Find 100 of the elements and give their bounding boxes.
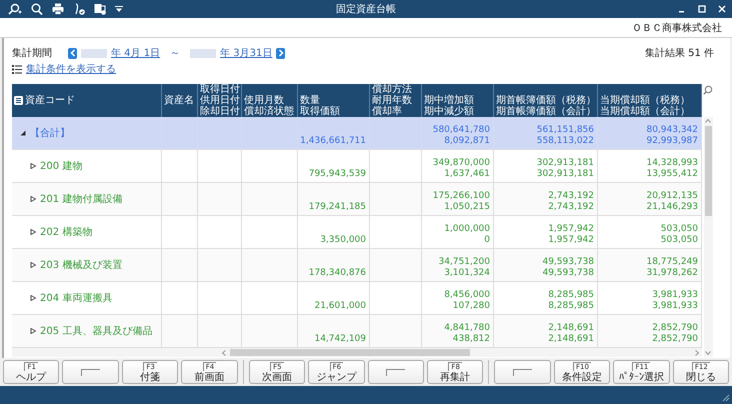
column-header[interactable]: 取得日付 (200, 84, 240, 95)
print-icon[interactable] (52, 3, 64, 15)
asset-group-label[interactable]: 201 建物付属設備 (40, 192, 122, 206)
column-header[interactable]: 償却率 (372, 106, 402, 117)
amount-text: 3,101,324 (444, 268, 490, 279)
amount-text: 503,050 (660, 235, 698, 246)
column-header[interactable]: 数量 (300, 95, 320, 106)
scroll-left-icon[interactable] (222, 350, 226, 356)
table-row[interactable]: 203 機械及び装置 178,340,876 34,751,200 3,101,324 49,593,738 49,593,738 18,775,249 31,978,262 (12, 249, 702, 282)
column-header[interactable]: 償却方法 (372, 84, 412, 95)
amount-text: 21,146,293 (646, 202, 698, 213)
amount-text: 8,092,871 (444, 136, 490, 147)
column-header[interactable]: 償却済状態 (244, 106, 294, 117)
search-icon[interactable] (31, 3, 43, 15)
column-header[interactable]: 資産名 (164, 95, 194, 106)
asset-group-label[interactable]: 204 車両運搬具 (40, 291, 112, 305)
maximize-icon[interactable] (698, 5, 706, 13)
column-header[interactable]: 期首帳簿価額（税務） (496, 95, 596, 106)
column-header[interactable]: 当期償却額（会計） (600, 106, 690, 117)
asset-group-label[interactable]: 202 構築物 (40, 225, 92, 239)
amount-text: 21,601,000 (314, 301, 366, 312)
column-header[interactable]: 供用日付 (200, 95, 240, 106)
amount-text: 2,743,192 (548, 191, 594, 202)
horizontal-scrollbar[interactable] (12, 348, 702, 357)
zoom-in-icon[interactable] (6, 3, 22, 15)
collapsed-triangle-icon[interactable] (30, 295, 36, 301)
vertical-scrollbar[interactable] (704, 117, 712, 357)
amount-text: 2,852,790 (652, 323, 698, 334)
amount-text: 20,912,135 (646, 191, 698, 202)
amount-text: 438,812 (452, 334, 490, 345)
amount-text: 1,957,942 (548, 224, 594, 235)
scroll-up-icon[interactable] (705, 119, 711, 123)
amount-text: 31,978,262 (646, 268, 698, 279)
table-row[interactable]: 202 構築物 3,350,000 1,000,000 0 1,957,942 1,957,942 503,050 503,050 (12, 216, 702, 249)
amount-text: 3,981,933 (652, 290, 698, 301)
amount-text: 2,852,790 (652, 334, 698, 345)
table-row[interactable]: 200 建物 795,943,539 349,870,000 1,637,461 302,913,181 302,913,181 14,328,993 13,955,412 (12, 150, 702, 183)
column-header[interactable]: 使用月数 (244, 95, 284, 106)
previous-period-button[interactable] (68, 48, 77, 58)
column-header[interactable]: 期首帳簿価額（会計） (496, 106, 596, 117)
column-header[interactable]: 除却日付 (200, 106, 240, 117)
period-start-link[interactable]: 年 4月 1日 (111, 46, 160, 60)
redacted-block (81, 48, 107, 58)
amount-text: 349,870,000 (432, 158, 490, 169)
asset-group-label[interactable]: 205 工具、器具及び備品 (40, 324, 152, 338)
window-title: 固定資産台帳 (336, 2, 396, 16)
column-header[interactable]: 期中増加額 (424, 95, 474, 106)
amount-text: 8,285,985 (548, 290, 594, 301)
pdf-check-icon[interactable] (73, 3, 85, 15)
collapsed-triangle-icon[interactable] (30, 328, 36, 334)
amount-text: 302,913,181 (536, 169, 594, 180)
amount-text: 558,113,022 (536, 136, 594, 147)
amount-text: 1,637,461 (444, 169, 490, 180)
amount-text: 49,593,738 (542, 268, 594, 279)
amount-text: 1,957,942 (548, 235, 594, 246)
redacted-block (190, 48, 216, 58)
amount-text: 8,285,985 (548, 301, 594, 312)
resize-grip-icon[interactable] (722, 394, 730, 402)
collapsed-triangle-icon[interactable] (30, 262, 36, 268)
show-conditions-link[interactable]: 集計条件を表示する (26, 62, 116, 76)
amount-text: 80,943,342 (646, 125, 698, 136)
amount-text: 2,148,691 (548, 323, 594, 334)
scroll-right-icon[interactable] (695, 350, 699, 356)
table-row[interactable]: 204 車両運搬具 21,601,000 8,456,000 107,280 8,285,985 8,285,985 3,981,933 3,981,933 (12, 282, 702, 315)
magnifier-icon[interactable] (703, 85, 713, 95)
table-row[interactable]: 201 建物付属設備 179,241,185 175,266,100 1,050,215 2,743,192 2,743,192 20,912,135 21,146,293 (12, 183, 702, 216)
amount-text: 179,241,185 (308, 202, 366, 213)
amount-text: 18,775,249 (646, 257, 698, 268)
amount-text: 1,050,215 (444, 202, 490, 213)
amount-text: 580,641,780 (432, 125, 490, 136)
company-name: ＯＢＣ商事株式会社 (632, 22, 722, 34)
spreadsheet-icon[interactable] (94, 3, 106, 15)
amount-text: 3,981,933 (652, 301, 698, 312)
dropdown-caret-icon[interactable] (115, 6, 123, 12)
collapsed-triangle-icon[interactable] (30, 229, 36, 235)
amount-text: 14,742,109 (314, 334, 366, 345)
column-header[interactable]: 取得価額 (300, 106, 340, 117)
collapsed-triangle-icon[interactable] (30, 196, 36, 202)
table-row[interactable]: 205 工具、器具及び備品 14,742,109 4,841,780 438,812 2,148,691 2,148,691 2,852,790 2,852,790 (12, 315, 702, 348)
scrollbar-thumb[interactable] (704, 126, 712, 216)
collapsed-triangle-icon[interactable] (30, 163, 36, 169)
amount-text: 302,913,181 (536, 158, 594, 169)
column-header[interactable]: 期中減少額 (424, 106, 474, 117)
amount-text: 1,436,661,711 (300, 136, 366, 147)
column-header[interactable]: 資産コード (25, 95, 75, 106)
amount-text: 178,340,876 (308, 268, 366, 279)
next-period-button[interactable] (276, 48, 286, 58)
expanded-triangle-icon[interactable] (20, 130, 26, 136)
asset-group-label[interactable]: 200 建物 (40, 159, 82, 173)
period-end-link[interactable]: 年 3月31日 (220, 46, 272, 60)
scroll-down-icon[interactable] (705, 351, 711, 355)
column-header[interactable]: 当期償却額（税務） (600, 95, 690, 106)
asset-group-label[interactable]: 203 機械及び装置 (40, 258, 122, 272)
column-settings-icon[interactable] (14, 96, 23, 105)
scrollbar-thumb[interactable] (230, 349, 470, 356)
amount-text: 1,000,000 (444, 224, 490, 235)
close-icon[interactable] (718, 5, 726, 13)
column-header[interactable]: 耐用年数 (372, 95, 412, 106)
list-icon (12, 64, 22, 74)
amount-text: 34,751,200 (438, 257, 490, 268)
